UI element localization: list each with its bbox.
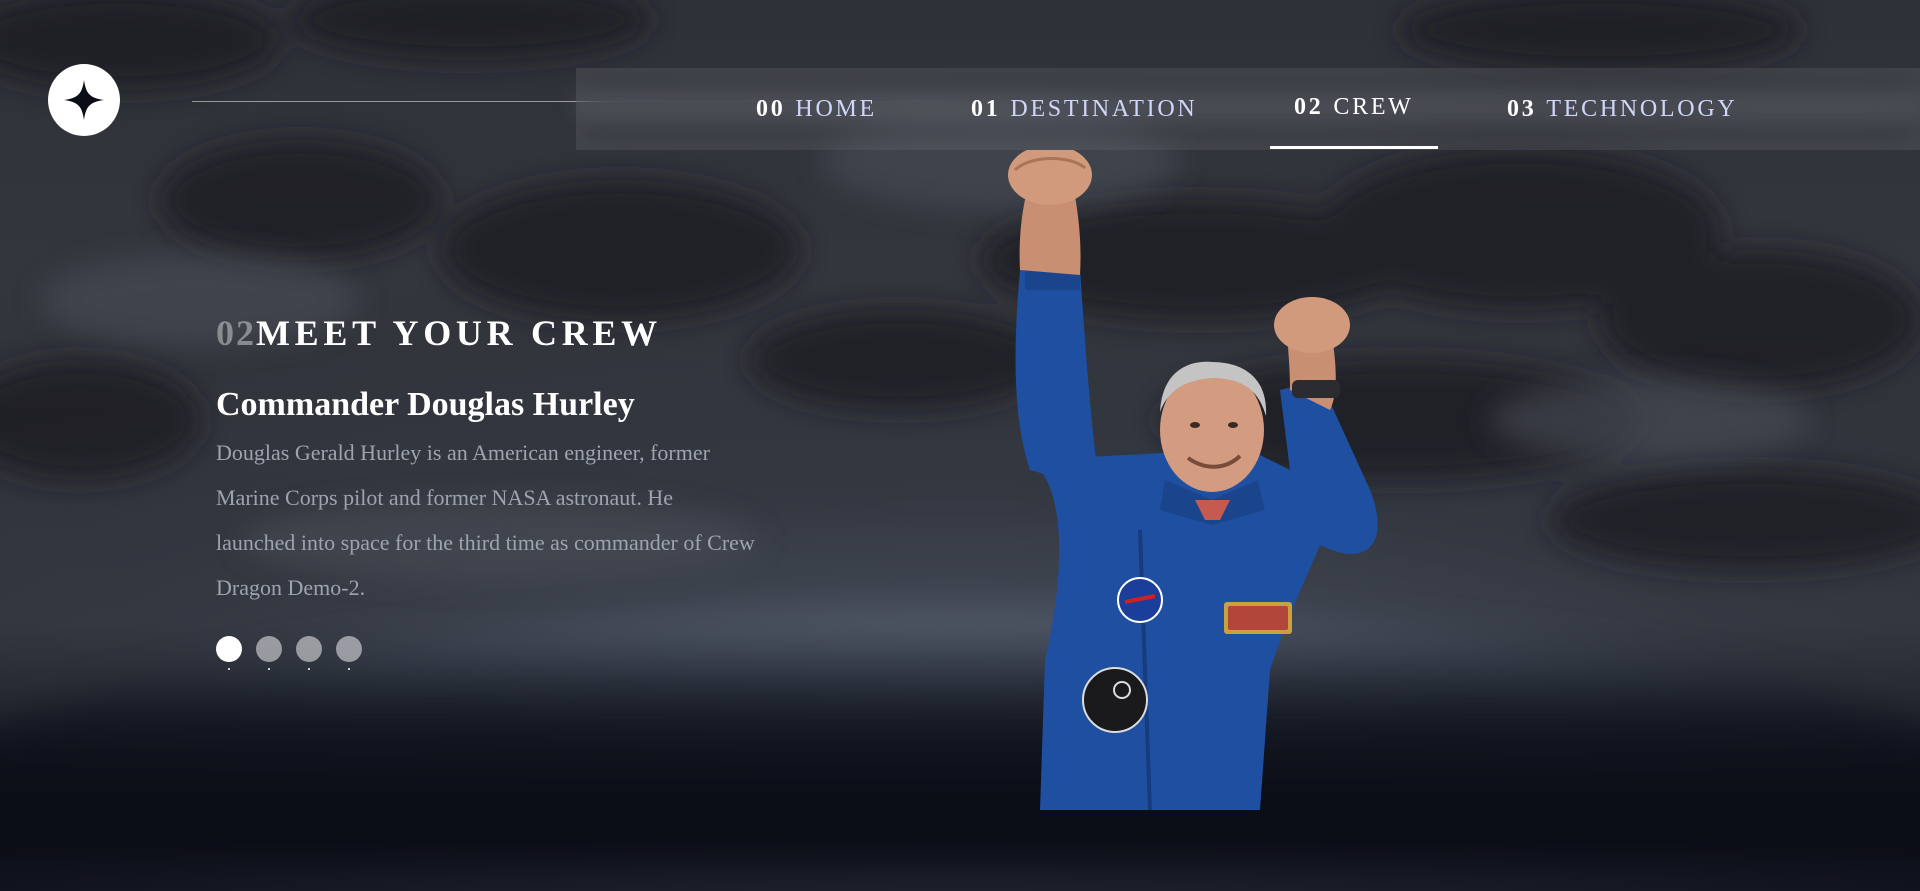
crew-member-name: Commander Douglas Hurley	[216, 386, 635, 423]
page-heading-text: MEET YOUR CREW	[256, 313, 662, 353]
page-heading: 02MEET YOUR CREW	[216, 312, 662, 354]
nav-item-label: DESTINATION	[1010, 95, 1198, 122]
nav-item-label: TECHNOLOGY	[1546, 95, 1738, 122]
crew-member-image	[1008, 150, 1378, 810]
nav-item-crew[interactable]: 02 CREW	[1270, 66, 1438, 149]
nav-item-number: 01	[971, 95, 1001, 122]
nav-item-number: 03	[1507, 95, 1537, 122]
site-logo[interactable]	[48, 64, 120, 136]
nav-item-number: 02	[1294, 93, 1324, 120]
crew-page: 00 HOME 01 DESTINATION 02 CREW 03 TECHNO…	[0, 0, 1920, 891]
nav-item-label: CREW	[1333, 93, 1414, 120]
nav-item-label: HOME	[795, 95, 877, 122]
nav-item-technology[interactable]: 03 TECHNOLOGY	[1507, 68, 1737, 150]
nav-item-number: 00	[756, 95, 786, 122]
page-heading-number: 02	[216, 313, 256, 353]
star-logo-icon	[64, 80, 104, 120]
nav-item-home[interactable]: 00 HOME	[756, 68, 877, 150]
slide-dot-3[interactable]	[296, 636, 322, 670]
slide-dot-1[interactable]	[216, 636, 242, 670]
crew-member-bio: Douglas Gerald Hurley is an American eng…	[216, 440, 755, 600]
crew-slider-pagination	[216, 636, 362, 670]
slide-dot-4[interactable]	[336, 636, 362, 670]
nav-item-destination[interactable]: 01 DESTINATION	[971, 68, 1197, 150]
slide-dot-2[interactable]	[256, 636, 282, 670]
